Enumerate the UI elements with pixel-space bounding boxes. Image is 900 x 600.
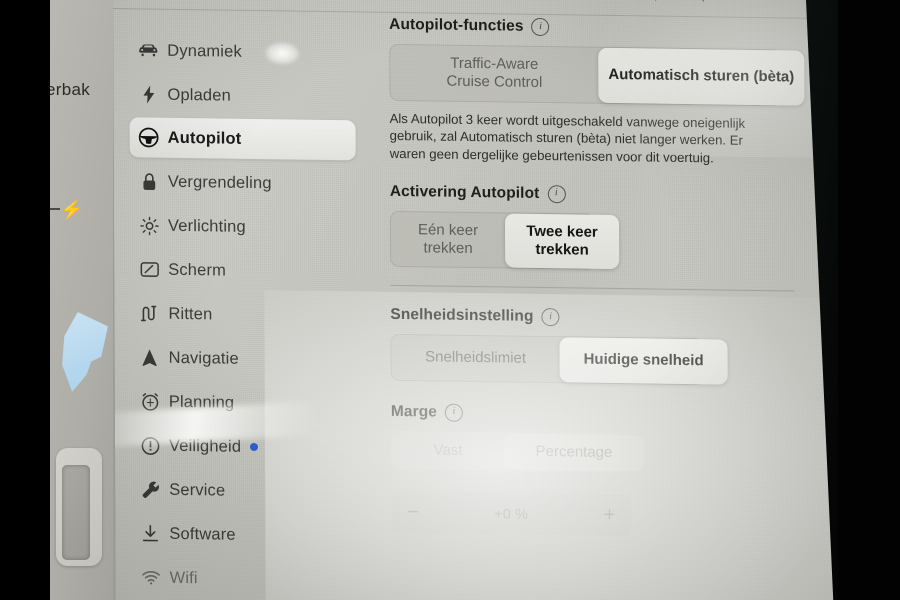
- sidebar-item-label: Service: [169, 480, 226, 500]
- sidebar-item-label: Ritten: [168, 304, 213, 323]
- sidebar-item-opladen[interactable]: Opladen: [129, 74, 355, 117]
- section-header: Activering Autopilot i: [390, 183, 840, 207]
- sidebar-item-software[interactable]: Software: [131, 513, 357, 556]
- decrement-button[interactable]: −: [407, 501, 419, 523]
- section-divider: [390, 285, 795, 292]
- sidebar-item-label: Vergrendeling: [167, 172, 272, 192]
- sidebar-item-wifi[interactable]: Wifi: [131, 557, 357, 600]
- info-icon[interactable]: i: [541, 308, 560, 327]
- alarm-clock-icon: [131, 392, 169, 412]
- status-icon-1: ▾: [653, 0, 659, 8]
- lightning-bolt-icon: [129, 85, 167, 104]
- section-title: Activering Autopilot: [389, 182, 540, 202]
- segment-label-line2: trekken: [423, 239, 473, 257]
- settings-sidebar: Dynamiek Opladen Autopilot Vergrendeling…: [113, 12, 368, 600]
- sidebar-item-label: Opladen: [167, 85, 231, 105]
- section-title: Snelheidsinstelling: [390, 306, 534, 326]
- segment-vast[interactable]: Vast: [392, 431, 504, 469]
- autopilot-activation-segmented-control[interactable]: Eén keer trekken Twee keer trekken: [389, 210, 620, 271]
- sidebar-item-navigatie[interactable]: Navigatie: [131, 337, 357, 380]
- section-header: Snelheidsinstelling i: [390, 306, 840, 330]
- info-icon[interactable]: i: [444, 403, 464, 422]
- status-bar: ▾ ▾ ▪▪▪: [653, 0, 760, 9]
- segment-huidige-snelheid[interactable]: Huidige snelheid: [559, 337, 728, 385]
- segment-label: Snelheidslimiet: [425, 348, 527, 368]
- sidebar-item-autopilot[interactable]: Autopilot: [129, 117, 356, 161]
- photo-scene: erbak ⚡ ▾ ▾ ▪▪▪ Dynamiek: [0, 0, 900, 600]
- segment-label-line1: Twee keer: [526, 222, 598, 241]
- sidebar-item-planning[interactable]: Planning: [131, 381, 357, 424]
- road-icon: [130, 304, 168, 323]
- sidebar-item-ritten[interactable]: Ritten: [130, 293, 356, 336]
- display-icon: [130, 261, 168, 278]
- screen-bezel-left: [0, 0, 50, 600]
- segment-label-line1: Eén keer: [417, 220, 479, 239]
- info-icon[interactable]: i: [531, 17, 550, 37]
- segment-label: Percentage: [535, 442, 613, 461]
- sidebar-item-vergrendeling[interactable]: Vergrendeling: [130, 161, 356, 204]
- sun-icon: [130, 216, 168, 236]
- margin-stepper[interactable]: − +0 % +: [391, 490, 632, 537]
- segment-label-line2: Cruise Control: [446, 72, 543, 92]
- sidebar-item-label: Navigatie: [168, 348, 239, 368]
- segment-percentage[interactable]: Percentage: [503, 433, 645, 472]
- sidebar-item-label: Planning: [168, 392, 235, 412]
- exclamation-circle-icon: [131, 436, 169, 456]
- status-icon-2: ▾: [701, 0, 707, 8]
- segment-een-keer-trekken[interactable]: Eén keer trekken: [391, 212, 505, 268]
- increment-button[interactable]: +: [604, 504, 616, 526]
- sidebar-item-label: Veiligheid: [168, 436, 242, 456]
- autopilot-description: Als Autopilot 3 keer wordt uitgeschakeld…: [389, 110, 746, 166]
- segment-label: Automatisch sturen (bèta): [608, 66, 795, 86]
- wifi-icon: [132, 570, 170, 585]
- dash-widget-inner: [62, 465, 90, 560]
- section-header: Marge i: [391, 402, 841, 426]
- navigation-arrow-icon: [131, 348, 169, 367]
- sidebar-item-dynamiek[interactable]: Dynamiek: [129, 30, 355, 73]
- autopilot-features-segmented-control[interactable]: Traffic-Aware Cruise Control Automatisch…: [389, 43, 805, 106]
- section-autopilot-features: Autopilot-functies i Traffic-Aware Cruis…: [389, 16, 840, 169]
- sidebar-item-label: Dynamiek: [167, 41, 242, 61]
- segment-twee-keer-trekken[interactable]: Twee keer trekken: [504, 213, 620, 270]
- speed-setting-segmented-control[interactable]: Snelheidslimiet Huidige snelheid: [390, 334, 728, 385]
- touchscreen: ▾ ▾ ▪▪▪ Dynamiek Opladen: [113, 0, 846, 600]
- status-icon-3: ▪▪▪: [748, 0, 760, 9]
- segment-label: Huidige snelheid: [583, 350, 704, 370]
- segment-snelheidslimiet[interactable]: Snelheidslimiet: [391, 335, 559, 382]
- margin-value: +0 %: [494, 505, 529, 522]
- settings-content: Autopilot-functies i Traffic-Aware Cruis…: [389, 16, 841, 539]
- margin-segmented-control[interactable]: Vast Percentage: [390, 430, 645, 472]
- segment-label-line1: Traffic-Aware: [450, 54, 539, 73]
- download-icon: [131, 524, 169, 543]
- lightning-bolt-icon: ⚡: [60, 200, 84, 221]
- steering-wheel-icon: [130, 127, 168, 148]
- section-header: Autopilot-functies i: [389, 16, 839, 40]
- car-icon: [129, 43, 167, 58]
- sidebar-item-label: Verlichting: [167, 216, 246, 236]
- sidebar-item-label: Software: [169, 524, 236, 544]
- section-title: Autopilot-functies: [389, 15, 524, 35]
- sidebar-item-service[interactable]: Service: [131, 469, 357, 512]
- section-autopilot-activation: Activering Autopilot i Eén keer trekken: [390, 183, 840, 293]
- segment-traffic-aware-cruise-control[interactable]: Traffic-Aware Cruise Control: [390, 45, 598, 103]
- sidebar-item-label: Scherm: [168, 260, 227, 280]
- section-speed-setting: Snelheidsinstelling i Snelheidslimiet Hu…: [390, 306, 840, 387]
- sidebar-item-label: Autopilot: [167, 128, 242, 148]
- screen-bezel-right: [838, 0, 900, 600]
- section-title: Marge: [390, 402, 438, 421]
- segment-label: Vast: [433, 441, 463, 459]
- wrench-icon: [131, 480, 169, 500]
- sidebar-item-label: Wifi: [169, 568, 198, 587]
- status-badge: [250, 442, 259, 452]
- lock-icon: [130, 172, 168, 192]
- partial-label-erbak: erbak: [46, 80, 91, 99]
- sidebar-item-veiligheid[interactable]: Veiligheid: [131, 425, 357, 468]
- sidebar-item-verlichting[interactable]: Verlichting: [130, 205, 356, 248]
- segment-label-line2: trekken: [535, 240, 589, 259]
- sidebar-item-scherm[interactable]: Scherm: [130, 249, 356, 292]
- info-icon[interactable]: i: [547, 184, 566, 203]
- segment-automatisch-sturen[interactable]: Automatisch sturen (bèta): [598, 47, 805, 106]
- section-margin: Marge i Vast Percentage − +0 % +: [391, 402, 842, 539]
